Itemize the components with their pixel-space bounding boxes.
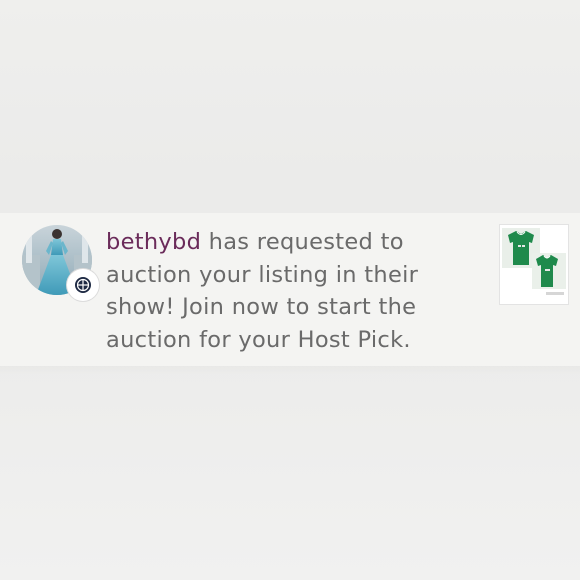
- listing-thumbnail[interactable]: [500, 225, 568, 304]
- notification-item[interactable]: bethybd has requested to auction your li…: [0, 213, 580, 366]
- divider: [0, 366, 580, 374]
- live-show-icon: [67, 269, 99, 301]
- notification-message: bethybd has requested to auction your li…: [106, 226, 486, 356]
- username-link[interactable]: bethybd: [106, 229, 201, 255]
